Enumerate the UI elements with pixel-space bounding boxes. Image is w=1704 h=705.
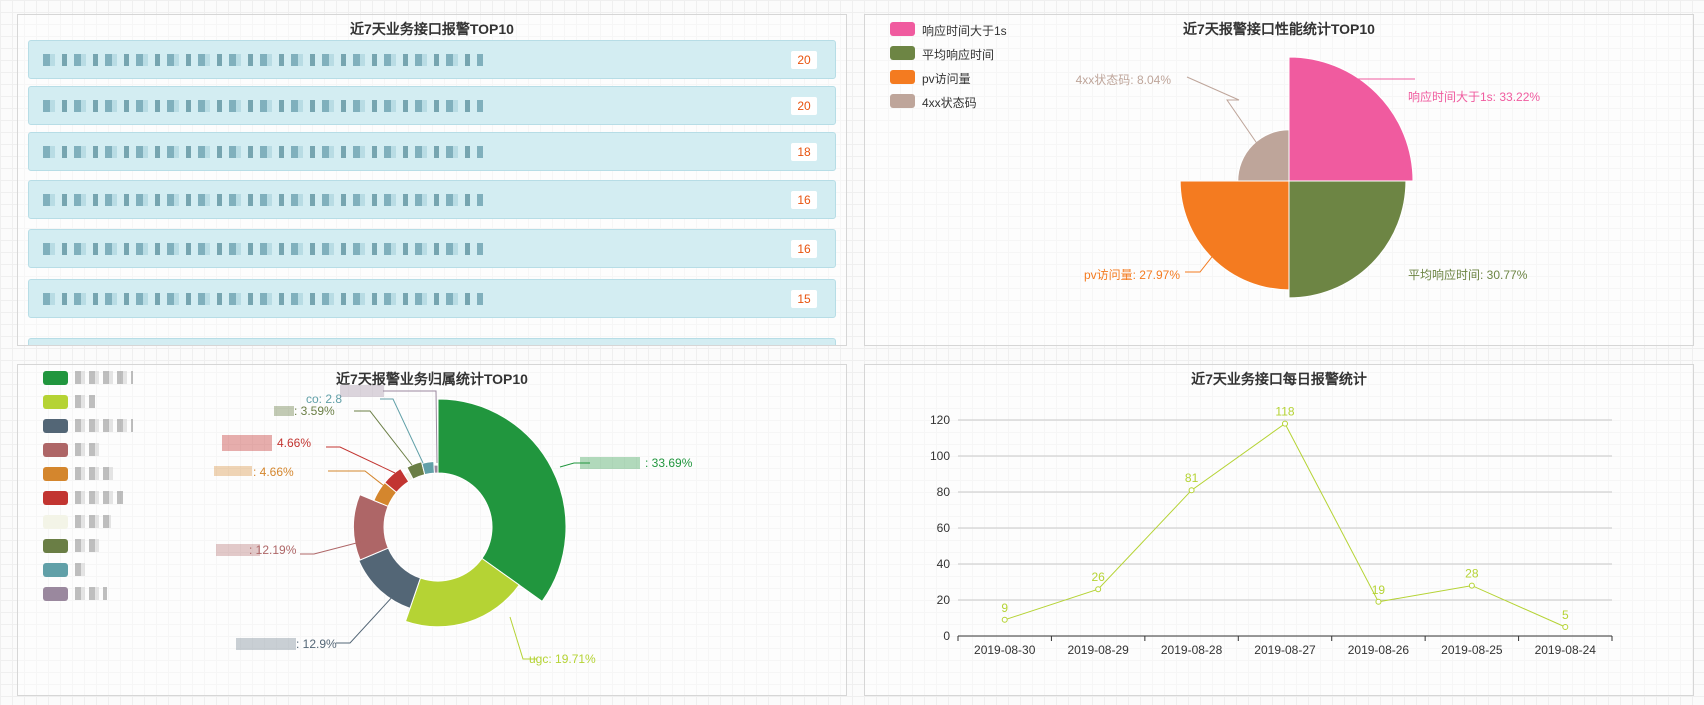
- list-item[interactable]: 15: [28, 279, 836, 318]
- blurred-label: [274, 406, 294, 416]
- data-label: 28: [1465, 567, 1479, 581]
- list-item[interactable]: 16: [28, 180, 836, 219]
- perf-rose-svg: 响应时间大于1s: 33.22% 平均响应时间: 30.77% pv访问量: 2…: [1076, 56, 1540, 299]
- label-line: [380, 398, 424, 464]
- y-tick-label: 80: [937, 485, 951, 499]
- series-line: [1004, 422, 1566, 628]
- rose-slice: [1237, 129, 1290, 182]
- label-line: [336, 594, 395, 644]
- data-label: 9: [1001, 601, 1008, 615]
- alarm-count: 16: [791, 191, 817, 209]
- y-tick-label: 20: [937, 593, 951, 607]
- list-item[interactable]: 20: [28, 40, 836, 79]
- x-tick-label: 2019-08-25: [1441, 643, 1503, 657]
- donut-slice: [433, 464, 439, 474]
- blurred-interface-name: [43, 100, 483, 112]
- slice-label: 4.66%: [277, 436, 311, 450]
- label-line: [354, 410, 413, 466]
- blurred-label: [236, 638, 296, 650]
- slice-label: : 3.59%: [294, 404, 335, 418]
- daily-chart-panel: 近7天业务接口每日报警统计 0 20 40 60 80 100 120 2019-08-30 2…: [864, 364, 1694, 696]
- blurred-label: [340, 385, 384, 397]
- alarm-count: 20: [791, 51, 817, 69]
- data-label: 5: [1562, 608, 1569, 622]
- label-line: [326, 446, 396, 474]
- blurred-label: [580, 457, 640, 469]
- x-tick-label: 2019-08-26: [1348, 643, 1410, 657]
- data-point: [1095, 586, 1102, 593]
- donut-slice: [437, 398, 567, 603]
- blurred-interface-name: [43, 243, 483, 255]
- data-label: 81: [1185, 471, 1199, 485]
- blurred-label: [214, 466, 252, 476]
- data-point: [1188, 487, 1195, 494]
- owner-chart-panel: 近7天报警业务归属统计TOP10 : 33.69% ugc: 19.71% : …: [17, 364, 847, 696]
- blurred-interface-name: [43, 54, 483, 66]
- x-tick-label: 2019-08-24: [1535, 643, 1597, 657]
- data-label: 19: [1372, 583, 1386, 597]
- rose-slice: [1288, 56, 1414, 182]
- alarm-count: 18: [791, 143, 817, 161]
- alarm-count: 16: [791, 240, 817, 258]
- slice-label-pv: pv访问量: 27.97%: [1084, 268, 1180, 282]
- slice-label-4xx: 4xx状态码: 8.04%: [1076, 73, 1172, 87]
- list-item[interactable]: 18: [28, 132, 836, 171]
- slice-label: co: 2.8: [306, 392, 342, 406]
- list-item[interactable]: 20: [28, 86, 836, 125]
- y-tick-label: 100: [930, 449, 950, 463]
- rose-slice: [1179, 180, 1290, 291]
- slice-label-avg: 平均响应时间: 30.77%: [1408, 267, 1528, 282]
- daily-line-svg: 0 20 40 60 80 100 120 2019-08-30 2019-08-29 2019-…: [930, 405, 1613, 657]
- list-item[interactable]: 16: [28, 229, 836, 268]
- slice-label: : 4.66%: [253, 465, 294, 479]
- data-point: [1001, 616, 1008, 623]
- slice-label-slow: 响应时间大于1s: 33.22%: [1408, 89, 1540, 104]
- alarm-count: 15: [791, 290, 817, 308]
- y-tick-label: 0: [943, 629, 950, 643]
- blurred-interface-name: [43, 194, 483, 206]
- x-tick-label: 2019-08-29: [1067, 643, 1129, 657]
- panel-title: 近7天业务接口报警TOP10: [350, 21, 514, 37]
- list-item[interactable]: [28, 338, 836, 345]
- slice-label: : 33.69%: [645, 456, 693, 470]
- data-point: [1282, 420, 1288, 427]
- rose-slice: [1288, 180, 1407, 299]
- data-label: 118: [1275, 405, 1294, 419]
- x-tick-label: 2019-08-28: [1161, 643, 1223, 657]
- y-tick-label: 60: [937, 521, 951, 535]
- slice-label: : 12.19%: [249, 543, 297, 557]
- data-point: [1468, 582, 1475, 589]
- y-tick-label: 120: [930, 413, 950, 427]
- slice-label: : 12.9%: [296, 637, 337, 651]
- data-label: 26: [1091, 570, 1105, 584]
- alarm-count: 20: [791, 97, 817, 115]
- donut-slice: [421, 460, 436, 476]
- perf-chart-panel: 近7天报警接口性能统计TOP10 响应时间大于1s 平均响应时间 pv访问量 4…: [864, 14, 1694, 346]
- x-tick-label: 2019-08-27: [1254, 643, 1316, 657]
- x-tick-label: 2019-08-30: [974, 643, 1036, 657]
- top10-alarm-panel: 近7天业务接口报警TOP10 20 20 18 16 16 15: [17, 14, 847, 346]
- y-tick-label: 40: [937, 557, 951, 571]
- owner-donut-svg: : 33.69% ugc: 19.71% : 12.9% : 12.19% : …: [214, 385, 693, 666]
- label-line: [383, 390, 438, 464]
- data-point: [1375, 598, 1382, 605]
- blurred-interface-name: [43, 293, 483, 305]
- label-line: [328, 470, 389, 490]
- data-point: [1562, 624, 1569, 630]
- blurred-interface-name: [43, 146, 483, 158]
- blurred-label: [222, 435, 272, 451]
- slice-label: ugc: 19.71%: [529, 652, 596, 666]
